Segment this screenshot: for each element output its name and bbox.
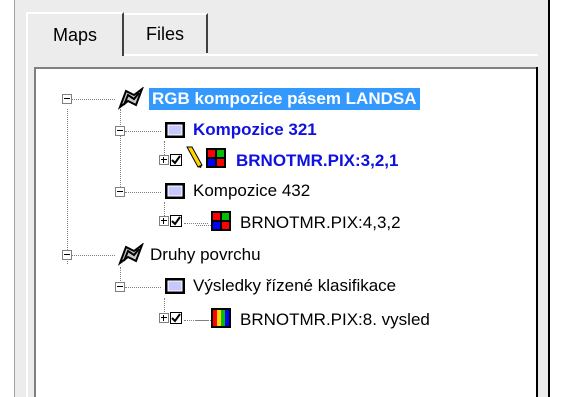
pencil-icon	[186, 146, 203, 168]
expand-toggle[interactable]	[159, 313, 169, 323]
tab-files[interactable]: Files	[124, 13, 208, 53]
map-layer-icon	[117, 87, 144, 110]
tree-line	[125, 287, 161, 288]
expand-toggle[interactable]	[159, 216, 169, 226]
group-vysledky-klasifikace[interactable]: Výsledky řízené klasifikace	[193, 275, 396, 297]
tree-line	[67, 109, 68, 264]
layer-rgb-kompozice[interactable]: RGB kompozice pásem LANDSA	[149, 88, 420, 110]
tree-line	[184, 320, 208, 321]
tab-maps-label: Maps	[52, 24, 97, 45]
classification-raster-icon	[211, 308, 231, 328]
raster-brnotmr-432[interactable]: BRNOTMR.PIX:4,3,2	[240, 212, 401, 234]
group-frame-icon	[165, 278, 185, 294]
raster-brnotmr-classification[interactable]: BRNOTMR.PIX:8. vysled	[240, 309, 430, 331]
tree-line	[69, 99, 115, 100]
tree-line	[69, 255, 115, 256]
tree-border	[536, 67, 538, 397]
map-layer-icon	[117, 243, 144, 266]
layer-visibility-checkbox[interactable]	[170, 312, 182, 324]
tab-files-label: Files	[145, 23, 184, 44]
rgb-raster-icon	[206, 148, 226, 168]
expand-toggle[interactable]	[159, 155, 169, 165]
raster-brnotmr-321[interactable]: BRNOTMR.PIX:3,2,1	[236, 150, 398, 172]
collapse-toggle[interactable]	[62, 250, 72, 260]
tree-line	[125, 131, 161, 132]
tree-line	[184, 223, 208, 224]
group-kompozice-432[interactable]: Kompozice 432	[193, 180, 310, 202]
group-kompozice-321[interactable]: Kompozice 321	[193, 119, 317, 141]
tree-line	[120, 109, 121, 189]
group-frame-icon	[165, 183, 185, 199]
tab-maps[interactable]: Maps	[26, 12, 124, 56]
collapse-toggle[interactable]	[115, 187, 125, 197]
layer-visibility-checkbox[interactable]	[170, 154, 182, 166]
layer-visibility-checkbox[interactable]	[170, 215, 182, 227]
collapse-toggle[interactable]	[115, 126, 125, 136]
panel-border	[548, 0, 550, 397]
rgb-raster-icon	[211, 211, 231, 231]
layer-druhy-povrchu[interactable]: Druhy povrchu	[150, 244, 261, 266]
tree-line	[125, 192, 161, 193]
group-frame-icon	[165, 122, 185, 138]
collapse-toggle[interactable]	[62, 94, 72, 104]
collapse-toggle[interactable]	[115, 282, 125, 292]
